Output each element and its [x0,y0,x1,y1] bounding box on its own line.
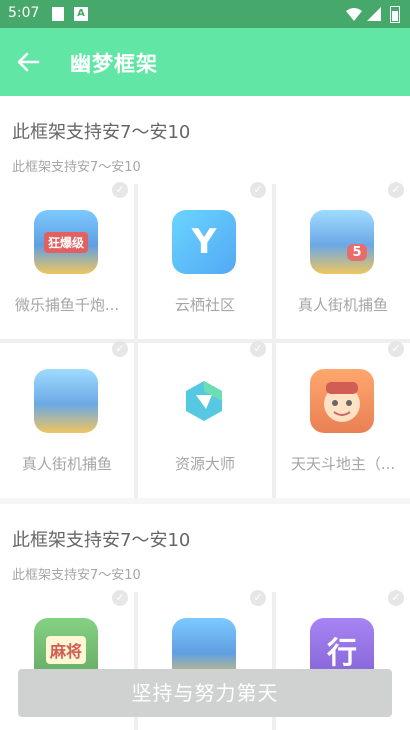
app-name: 微乐捕鱼千炮... [14,296,120,314]
app-card[interactable]: ✓ 5 真人街机捕鱼 [276,182,410,339]
signal-icon [367,7,381,21]
check-icon[interactable]: ✓ [112,341,128,357]
app-grid: ✓ 狂爆级 微乐捕鱼千炮... ✓ Y 云栖社区 ✓ 5 真人街机捕鱼 ✓ 真人… [0,182,410,498]
y-logo-icon: Y [172,210,236,274]
section-subtitle: 此框架支持安7～安10 [12,568,141,583]
section-subtitle: 此框架支持安7～安10 [12,160,141,175]
app-name: 天天斗地主（... [290,455,396,473]
check-icon[interactable]: ✓ [388,590,404,606]
app-name: 真人街机捕鱼 [21,455,112,473]
app-card[interactable]: ✓ 资源大师 [138,341,272,498]
shark-fish-game-icon: 狂爆级 [34,210,98,274]
app-card[interactable]: ✓ 真人街机捕鱼 [0,341,134,498]
icon-letter: 行 [327,636,357,671]
check-icon[interactable]: ✓ [388,182,404,198]
wifi-icon [346,8,362,21]
notification-a-icon: A [74,7,88,21]
page-title: 幽梦框架 [70,52,158,76]
back-arrow-icon[interactable] [14,48,42,76]
icon-badge-text: 麻将 [45,636,86,664]
icon-badge-text: 狂爆级 [43,231,88,253]
notification-square-icon [52,7,64,21]
hexagon-logo-icon [172,369,236,433]
icon-badge-text: 5 [347,243,367,261]
app-name: 真人街机捕鱼 [297,296,388,314]
check-icon[interactable]: ✓ [250,341,266,357]
shark-fish-game-icon [34,369,98,433]
app-name: 资源大师 [174,455,235,473]
check-icon[interactable]: ✓ [112,590,128,606]
check-icon[interactable]: ✓ [250,182,266,198]
status-bar: 5:07 A [0,0,410,28]
cartoon-face-icon [310,369,374,433]
app-card[interactable]: ✓ 天天斗地主（... [276,341,410,498]
main-content: 此框架支持安7～安10 此框架支持安7～安10 ✓ 狂爆级 微乐捕鱼千炮... … [0,96,410,730]
section-title: 此框架支持安7～安10 [12,530,191,551]
app-card[interactable]: ✓ 狂爆级 微乐捕鱼千炮... [0,182,134,339]
shark-fish-game-icon: 5 [310,210,374,274]
section-header: 此框架支持安7～安10 此框架支持安7～安10 [0,96,410,184]
face-shape-icon [324,382,360,422]
status-time: 5:07 [8,5,40,21]
app-card[interactable]: ✓ Y 云栖社区 [138,182,272,339]
section-title: 此框架支持安7～安10 [12,122,191,143]
battery-icon [390,6,400,23]
check-icon[interactable]: ✓ [250,590,266,606]
section-header: 此框架支持安7～安10 此框架支持安7～安10 [0,504,410,592]
hexagon-shape-icon [186,381,222,421]
persistence-button[interactable]: 坚持与努力第天 [18,669,392,717]
icon-letter: Y [191,222,217,262]
app-name: 云栖社区 [174,296,235,314]
check-icon[interactable]: ✓ [112,182,128,198]
app-bar: 幽梦框架 [0,28,410,96]
check-icon[interactable]: ✓ [388,341,404,357]
